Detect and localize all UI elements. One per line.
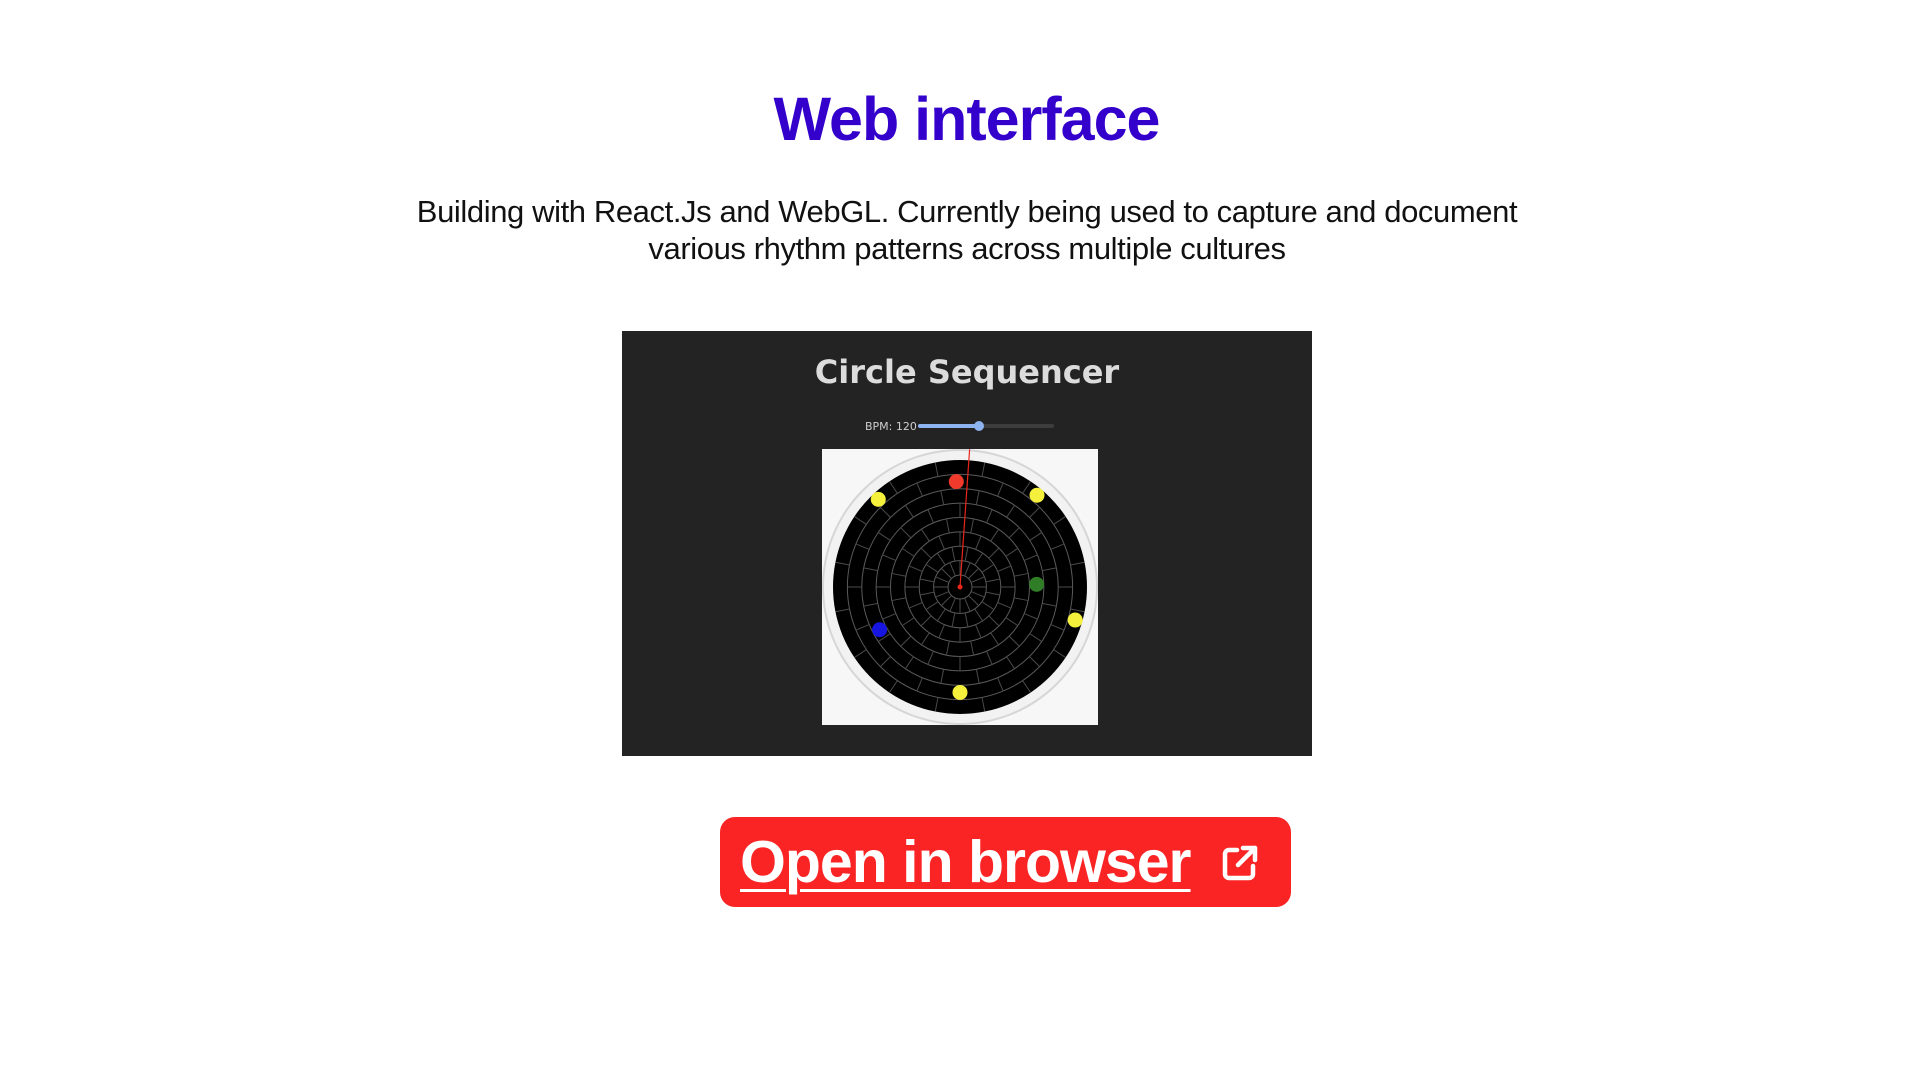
sequencer-note[interactable] [872,622,888,638]
bpm-slider-thumb[interactable] [974,421,985,431]
page-description: Building with React.Js and WebGL. Curren… [416,194,1518,266]
page-title: Web interface [773,85,1161,153]
bpm-slider-fill [918,424,980,428]
sequencer-note[interactable] [1067,612,1083,628]
bpm-slider[interactable] [918,421,1054,431]
sequencer-circle[interactable] [822,449,1098,725]
sequencer-note[interactable] [870,491,886,507]
app-preview: Circle Sequencer BPM: 120 [622,331,1312,756]
sequencer-note[interactable] [1029,576,1045,592]
sequencer-note[interactable] [1029,487,1045,503]
sequencer-note[interactable] [952,684,968,700]
app-title: Circle Sequencer [814,353,1120,391]
bpm-label: BPM: 120 [865,420,917,433]
open-in-browser-button[interactable]: Open in browser [720,817,1291,907]
sequencer-note[interactable] [948,474,964,490]
sequencer-canvas[interactable] [822,449,1098,725]
sequencer-playhead-center [957,584,963,590]
external-link-icon [1222,845,1258,881]
open-in-browser-label: Open in browser [740,829,1192,895]
